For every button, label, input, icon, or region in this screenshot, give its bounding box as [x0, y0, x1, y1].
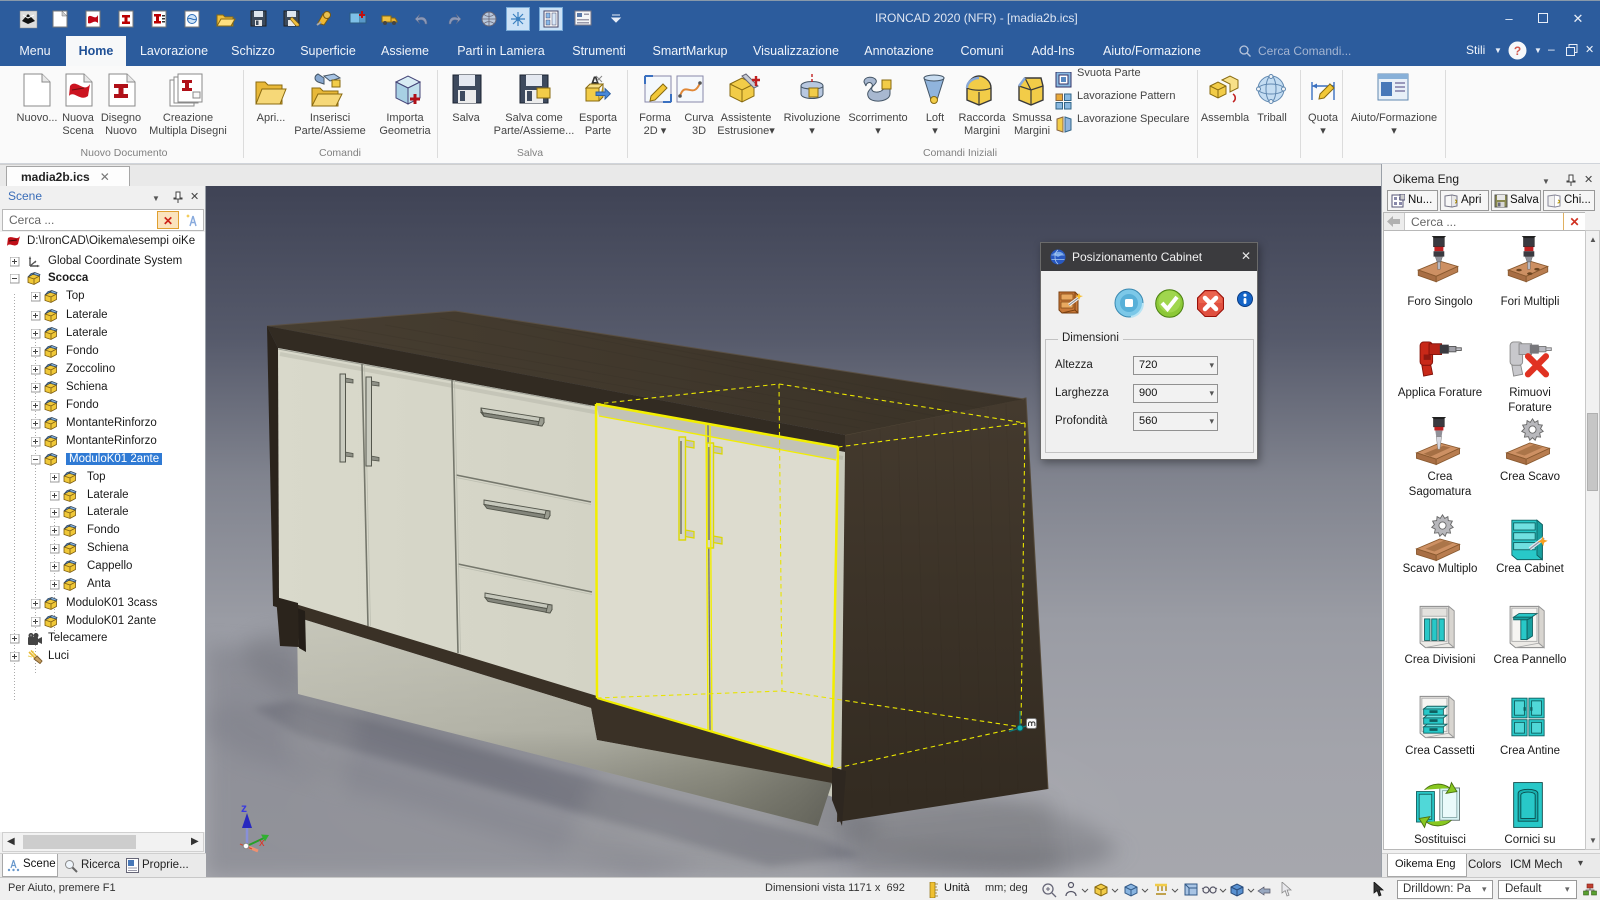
svg-text:x: x [259, 837, 265, 849]
svg-text:z: z [241, 801, 247, 815]
svg-text:?: ? [1514, 44, 1521, 58]
